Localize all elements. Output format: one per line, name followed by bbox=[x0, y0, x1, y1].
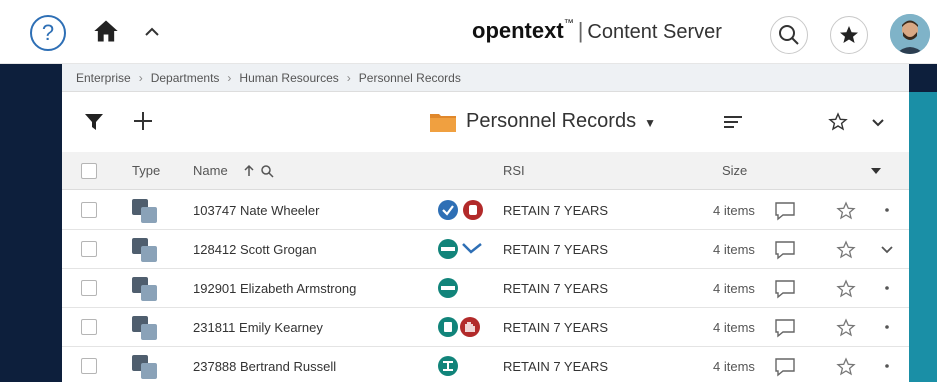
breadcrumb-item-personnel-records: Personnel Records bbox=[358, 71, 461, 85]
chevron-up-icon[interactable] bbox=[142, 22, 162, 42]
compound-document-icon bbox=[132, 355, 157, 379]
row-name[interactable]: 192901 Elizabeth Armstrong bbox=[193, 281, 356, 296]
brand-separator: | bbox=[577, 18, 584, 43]
compound-document-icon bbox=[132, 277, 157, 301]
status-indicator-icons bbox=[438, 239, 482, 259]
left-navigation-band bbox=[0, 64, 62, 382]
row-size: 4 items bbox=[713, 203, 755, 218]
column-header-type[interactable]: Type bbox=[132, 163, 160, 178]
star-icon[interactable] bbox=[836, 279, 856, 299]
more-icon[interactable] bbox=[880, 281, 894, 295]
more-icon[interactable] bbox=[880, 203, 894, 217]
row-rsi: RETAIN 7 YEARS bbox=[503, 359, 608, 374]
avatar-image bbox=[890, 14, 930, 54]
status-indicator-icons bbox=[438, 317, 480, 337]
row-size: 4 items bbox=[713, 359, 755, 374]
row-checkbox[interactable] bbox=[81, 358, 97, 374]
more-icon[interactable] bbox=[868, 112, 888, 132]
breadcrumb-separator: › bbox=[138, 71, 143, 85]
row-name[interactable]: 231811 Emily Kearney bbox=[193, 320, 323, 335]
row-size: 4 items bbox=[713, 242, 755, 257]
row-checkbox[interactable] bbox=[81, 202, 97, 218]
help-button[interactable]: ? bbox=[30, 15, 66, 51]
column-header-name[interactable]: Name bbox=[193, 163, 228, 178]
search-button[interactable] bbox=[770, 16, 808, 54]
star-icon[interactable] bbox=[836, 357, 856, 377]
chevron-down-icon[interactable] bbox=[870, 166, 882, 176]
table-row[interactable]: 103747 Nate Wheeler RETAIN 7 YEARS 4 ite… bbox=[62, 191, 909, 230]
filter-icon[interactable] bbox=[84, 112, 104, 132]
table-row[interactable]: 231811 Emily Kearney RETAIN 7 YEARS 4 it… bbox=[62, 308, 909, 347]
folder-title[interactable]: Personnel Records ▼ bbox=[430, 110, 656, 133]
breadcrumb-item-human-resources[interactable]: Human Resources bbox=[239, 71, 338, 85]
row-rsi: RETAIN 7 YEARS bbox=[503, 242, 608, 257]
folder-title-text: Personnel Records bbox=[466, 110, 637, 132]
search-icon[interactable] bbox=[260, 164, 274, 178]
help-icon: ? bbox=[41, 20, 55, 45]
folder-icon bbox=[430, 114, 456, 132]
star-icon[interactable] bbox=[836, 318, 856, 338]
comment-icon[interactable] bbox=[774, 279, 796, 299]
more-icon[interactable] bbox=[880, 320, 894, 334]
row-rsi: RETAIN 7 YEARS bbox=[503, 203, 608, 218]
breadcrumb-item-enterprise[interactable]: Enterprise bbox=[76, 71, 131, 85]
row-name[interactable]: 237888 Bertrand Russell bbox=[193, 359, 336, 374]
row-checkbox[interactable] bbox=[81, 280, 97, 296]
compound-document-icon bbox=[132, 238, 157, 262]
row-rsi: RETAIN 7 YEARS bbox=[503, 281, 608, 296]
row-checkbox[interactable] bbox=[81, 241, 97, 257]
compound-document-icon bbox=[132, 316, 157, 340]
breadcrumb: Enterprise › Departments › Human Resources › P… bbox=[62, 64, 909, 92]
table-row[interactable]: 192901 Elizabeth Armstrong RETAIN 7 YEAR… bbox=[62, 269, 909, 308]
toolbar: Personnel Records ▼ bbox=[62, 92, 909, 152]
brand-trademark: ™ bbox=[563, 18, 574, 29]
row-name[interactable]: 103747 Nate Wheeler bbox=[193, 203, 319, 218]
star-icon[interactable] bbox=[828, 112, 848, 132]
star-icon bbox=[840, 26, 858, 43]
row-size: 4 items bbox=[713, 281, 755, 296]
comment-icon[interactable] bbox=[774, 357, 796, 377]
row-rsi: RETAIN 7 YEARS bbox=[503, 320, 608, 335]
comment-icon[interactable] bbox=[774, 201, 796, 221]
breadcrumb-separator: › bbox=[227, 71, 232, 85]
star-icon[interactable] bbox=[836, 201, 856, 221]
more-icon[interactable] bbox=[880, 242, 894, 256]
star-icon[interactable] bbox=[836, 240, 856, 260]
status-indicator-icons bbox=[438, 278, 458, 298]
status-indicator-icons bbox=[438, 356, 458, 376]
table-header: Type Name RSI Size bbox=[62, 152, 909, 190]
brand-logo: opentext™ | Content Server bbox=[472, 18, 722, 44]
brand-product: Content Server bbox=[587, 21, 722, 43]
top-bar: ? opentext™ | Content Server bbox=[0, 0, 937, 64]
column-header-size[interactable]: Size bbox=[722, 163, 747, 178]
status-indicator-icons bbox=[438, 200, 483, 220]
records-table: Type Name RSI Size 103747 Nate Wheeler R… bbox=[62, 152, 909, 382]
comment-icon[interactable] bbox=[774, 318, 796, 338]
row-name[interactable]: 128412 Scott Grogan bbox=[193, 242, 317, 257]
chevron-down-icon[interactable]: ▼ bbox=[644, 116, 656, 130]
select-all-checkbox[interactable] bbox=[81, 163, 97, 179]
favorites-button[interactable] bbox=[830, 16, 868, 54]
list-view-icon[interactable] bbox=[722, 112, 744, 132]
breadcrumb-item-departments[interactable]: Departments bbox=[151, 71, 220, 85]
column-header-rsi[interactable]: RSI bbox=[503, 163, 525, 178]
row-checkbox[interactable] bbox=[81, 319, 97, 335]
comment-icon[interactable] bbox=[774, 240, 796, 260]
breadcrumb-separator: › bbox=[346, 71, 351, 85]
brand-name: opentext bbox=[472, 18, 564, 43]
plus-icon[interactable] bbox=[132, 110, 154, 132]
right-panel-accent bbox=[909, 92, 937, 382]
compound-document-icon bbox=[132, 199, 157, 223]
home-icon[interactable] bbox=[92, 17, 120, 45]
sort-icon[interactable] bbox=[242, 164, 256, 178]
avatar[interactable] bbox=[890, 14, 930, 54]
row-size: 4 items bbox=[713, 320, 755, 335]
table-row[interactable]: 128412 Scott Grogan RETAIN 7 YEARS 4 ite… bbox=[62, 230, 909, 269]
table-row[interactable]: 237888 Bertrand Russell RETAIN 7 YEARS 4… bbox=[62, 347, 909, 382]
search-icon bbox=[779, 25, 799, 45]
more-icon[interactable] bbox=[880, 359, 894, 373]
